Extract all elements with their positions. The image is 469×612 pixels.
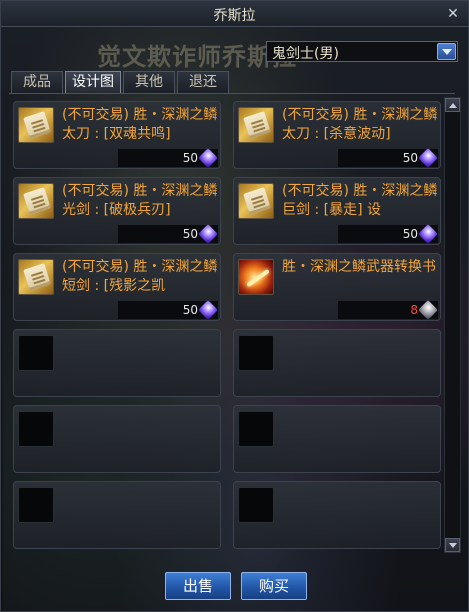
empty-slot-icon	[18, 487, 54, 523]
blueprint-scroll-icon	[18, 183, 54, 219]
scroll-up-arrow-icon[interactable]	[445, 98, 460, 112]
close-icon: ✕	[447, 6, 459, 22]
empty-slot	[233, 329, 441, 397]
title-bar[interactable]: 乔斯拉 ✕	[1, 1, 468, 27]
class-filter-dropdown[interactable]: 鬼剑士(男)	[266, 41, 458, 62]
item-name: (不可交易) 胜・深渊之鳞短剑 : [残影之凯	[62, 259, 218, 294]
sell-button[interactable]: 出售	[165, 572, 231, 600]
shop-item-slot[interactable]: (不可交易) 胜・深渊之鳞太刀 : [杀意波动] 50	[233, 101, 441, 169]
empty-slot-icon	[18, 335, 54, 371]
empty-slot	[233, 481, 441, 549]
chevron-down-icon[interactable]	[437, 43, 456, 60]
empty-slot	[13, 405, 221, 473]
blueprint-scroll-icon	[18, 259, 54, 295]
class-filter-value: 鬼剑士(男)	[272, 46, 339, 62]
item-name: 胜・深渊之鳞武器转换书	[282, 259, 436, 275]
shop-item-slot[interactable]: (不可交易) 胜・深渊之鳞光剑 : [破极兵刃] 50	[13, 177, 221, 245]
price-count: 8	[410, 303, 418, 317]
grey-crystal-icon	[418, 300, 438, 320]
item-price: 50	[338, 224, 438, 244]
item-price: 8	[338, 300, 438, 320]
purple-crystal-icon	[198, 148, 218, 168]
blueprint-scroll-icon	[238, 183, 274, 219]
purple-crystal-icon	[418, 148, 438, 168]
price-count: 50	[402, 151, 418, 165]
buy-button[interactable]: 购买	[241, 572, 307, 600]
shop-item-slot[interactable]: (不可交易) 胜・深渊之鳞短剑 : [残影之凯 50	[13, 253, 221, 321]
price-count: 50	[182, 227, 198, 241]
price-count: 50	[182, 151, 198, 165]
scroll-down-arrow-icon[interactable]	[445, 538, 460, 552]
close-button[interactable]: ✕	[444, 5, 462, 23]
item-price: 50	[118, 300, 218, 320]
empty-slot-icon	[18, 411, 54, 447]
blueprint-scroll-icon	[238, 107, 274, 143]
price-count: 50	[402, 227, 418, 241]
tab-return[interactable]: 退还	[177, 71, 229, 93]
window-title: 乔斯拉	[213, 8, 256, 24]
tab-finished[interactable]: 成品	[11, 71, 63, 93]
purple-crystal-icon	[418, 224, 438, 244]
empty-slot	[13, 329, 221, 397]
shop-item-slot[interactable]: (不可交易) 胜・深渊之鳞太刀 : [双魂共鸣] 50	[13, 101, 221, 169]
item-price: 50	[118, 148, 218, 168]
empty-slot-icon	[238, 335, 274, 371]
tab-blueprint[interactable]: 设计图	[65, 71, 121, 93]
item-name: (不可交易) 胜・深渊之鳞巨剑 : [暴走] 设	[282, 183, 438, 218]
purple-crystal-icon	[198, 300, 218, 320]
item-price: 50	[118, 224, 218, 244]
item-name: (不可交易) 胜・深渊之鳞太刀 : [杀意波动]	[282, 107, 438, 142]
purple-crystal-icon	[198, 224, 218, 244]
item-name: (不可交易) 胜・深渊之鳞光剑 : [破极兵刃]	[62, 183, 218, 218]
shop-item-slot[interactable]: 胜・深渊之鳞武器转换书 8	[233, 253, 441, 321]
item-name: (不可交易) 胜・深渊之鳞太刀 : [双魂共鸣]	[62, 107, 218, 142]
shop-item-slot[interactable]: (不可交易) 胜・深渊之鳞巨剑 : [暴走] 设 50	[233, 177, 441, 245]
tab-other[interactable]: 其他	[123, 71, 175, 93]
tab-divider	[9, 93, 455, 94]
conversion-book-icon	[238, 259, 274, 295]
item-list-scrollbar[interactable]	[444, 97, 461, 553]
empty-slot	[233, 405, 441, 473]
empty-slot	[13, 481, 221, 549]
price-count: 50	[182, 303, 198, 317]
item-price: 50	[338, 148, 438, 168]
empty-slot-icon	[238, 411, 274, 447]
shop-window: 乔斯拉 ✕ 觉文欺诈师乔斯拉 鬼剑士(男) 成品 设计图 其他 退还 (不可交易…	[0, 0, 469, 612]
item-grid: (不可交易) 胜・深渊之鳞太刀 : [双魂共鸣] 50 (不可交易) 胜・深渊之…	[13, 101, 441, 551]
blueprint-scroll-icon	[18, 107, 54, 143]
empty-slot-icon	[238, 487, 274, 523]
